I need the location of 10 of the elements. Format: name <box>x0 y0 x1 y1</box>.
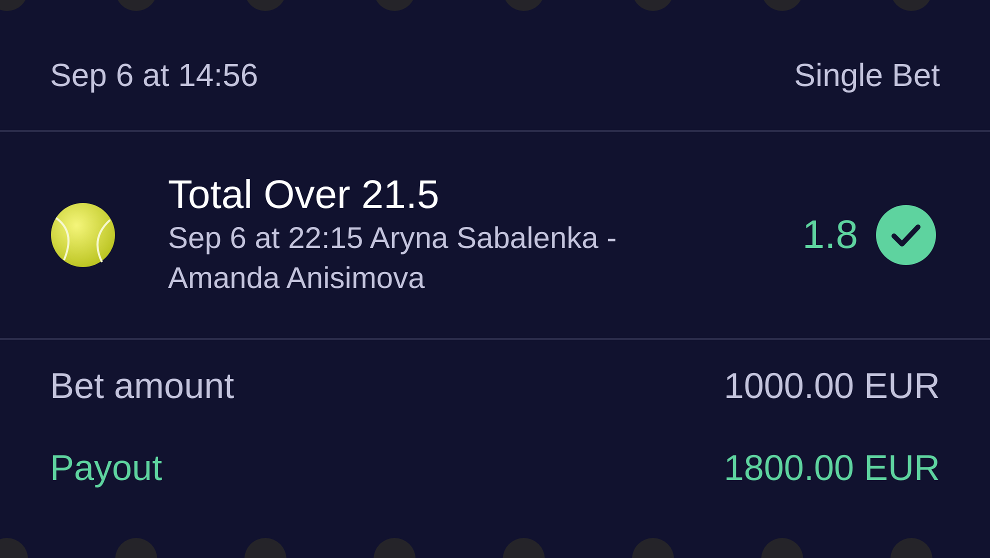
amount-label: Bet amount <box>50 365 234 407</box>
amount-value: 1800.00 EUR <box>724 447 940 489</box>
bet-type: Single Bet <box>794 56 940 94</box>
amount-label: Payout <box>50 447 162 489</box>
odds-value: 1.8 <box>802 212 858 258</box>
placed-date: Sep 6 at 14:56 <box>50 56 258 94</box>
tennis-ball-icon <box>50 202 116 268</box>
event-details: Sep 6 at 22:15 Aryna Sabalenka - Amanda Anisimova <box>168 221 618 297</box>
market-title: Total Over 21.5 <box>168 172 440 219</box>
amount-value: 1000.00 EUR <box>724 365 940 407</box>
